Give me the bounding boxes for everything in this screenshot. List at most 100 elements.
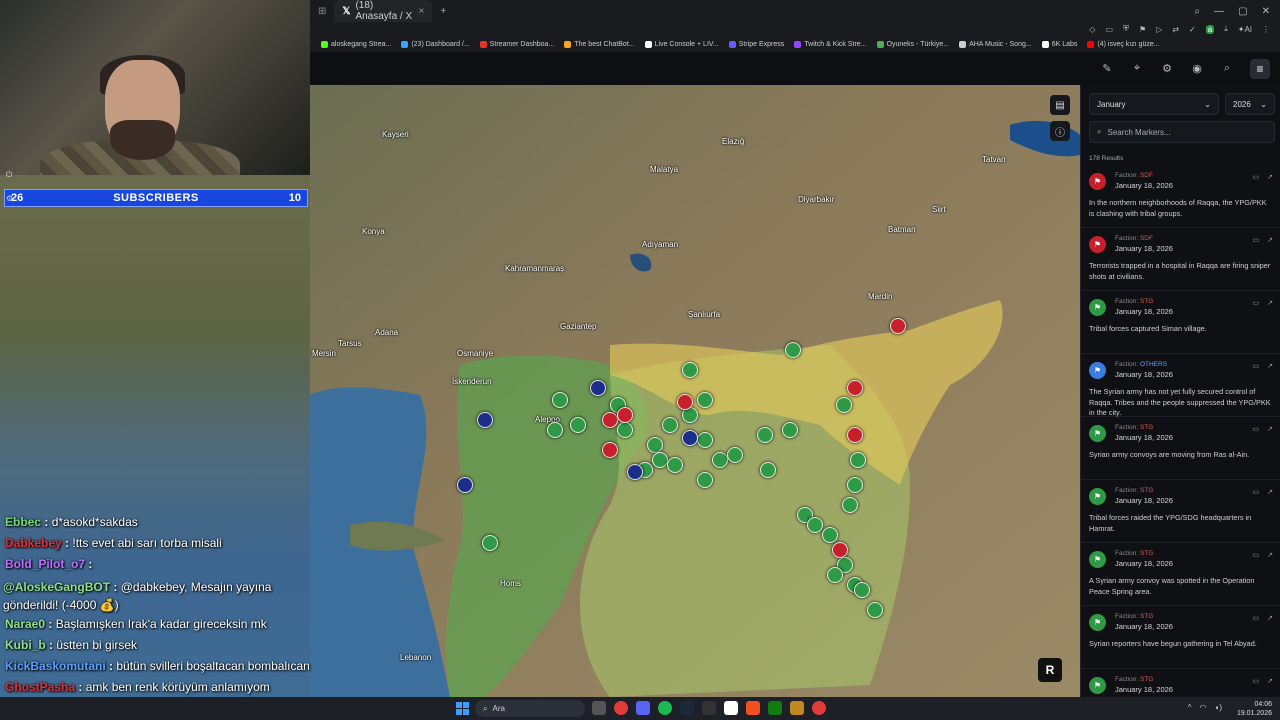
year-select[interactable]: 2026 ⌄ xyxy=(1225,93,1275,115)
map-event-marker[interactable] xyxy=(570,417,586,433)
open-link-icon[interactable]: ↗ xyxy=(1267,173,1273,181)
video-icon[interactable]: ▭ xyxy=(1253,236,1260,244)
map-view[interactable]: Kayseri Konya Adana Mersin Tarsus Osmaniye Gaz… xyxy=(310,85,1080,697)
video-icon[interactable]: ▭ xyxy=(1253,173,1260,181)
marker-card[interactable]: ⚑ Faction: STG January 18, 2026 ▭ ↗ Tribal fo… xyxy=(1081,480,1280,543)
map-event-marker[interactable] xyxy=(617,407,633,423)
taskbar-search[interactable]: ⌕ Ara xyxy=(475,700,585,717)
office-icon[interactable] xyxy=(746,701,760,715)
month-select[interactable]: January ⌄ xyxy=(1089,93,1219,115)
search-markers-input[interactable]: ⌕ Search Markers... xyxy=(1089,121,1275,143)
extension-icon[interactable]: ▭ xyxy=(1105,25,1113,34)
minimize-icon[interactable]: — xyxy=(1214,6,1224,17)
xbox-icon[interactable] xyxy=(768,701,782,715)
browser-icon[interactable] xyxy=(812,701,826,715)
folder-icon[interactable] xyxy=(790,701,804,715)
settings-icon[interactable]: ⚙ xyxy=(6,194,13,203)
extension-icon[interactable]: ◇ xyxy=(1089,25,1095,34)
bookmark-item[interactable]: AHA Music - Song... xyxy=(954,40,1037,48)
opera-icon[interactable] xyxy=(614,701,628,715)
bookmark-item[interactable]: The best ChatBot... xyxy=(559,40,639,48)
profile-icon[interactable]: a xyxy=(1205,24,1215,34)
map-event-marker[interactable] xyxy=(627,464,643,480)
settings-icon[interactable]: ⚙ xyxy=(1160,62,1174,76)
marker-card[interactable]: ⚑ Faction: SDF January 18, 2026 ▭ ↗ Terrorist… xyxy=(1081,228,1280,291)
map-event-marker[interactable] xyxy=(854,582,870,598)
map-event-marker[interactable] xyxy=(836,397,852,413)
map-event-marker[interactable] xyxy=(697,472,713,488)
discord-icon[interactable] xyxy=(636,701,650,715)
open-link-icon[interactable]: ↗ xyxy=(1267,677,1273,685)
shield-icon[interactable]: ⛨ xyxy=(1123,24,1129,34)
bookmark-item[interactable]: aloskegang Strea... xyxy=(316,40,396,48)
map-event-marker[interactable] xyxy=(457,477,473,493)
extension-icon[interactable]: ✓ xyxy=(1189,25,1196,34)
map-event-marker[interactable] xyxy=(847,380,863,396)
location-pin-icon[interactable]: ⌖ xyxy=(1130,62,1144,76)
search-tabs-icon[interactable]: ⌕ xyxy=(1195,6,1201,17)
marker-card[interactable]: ⚑ Faction: STG January 18, 2026 ▭ ↗ Syrian ar… xyxy=(1081,417,1280,480)
video-icon[interactable]: ▭ xyxy=(1253,425,1260,433)
video-icon[interactable]: ▭ xyxy=(1253,299,1260,307)
bookmark-item[interactable]: (23) Dashboard /... xyxy=(396,40,474,48)
more-icon[interactable]: ⋮ xyxy=(1262,25,1270,34)
open-link-icon[interactable]: ↗ xyxy=(1267,614,1273,622)
tab-x-home[interactable]: 𝕏 (18) Anasayfa / X × xyxy=(334,0,433,22)
map-event-marker[interactable] xyxy=(842,497,858,513)
extension-icon[interactable]: ⚑ xyxy=(1139,25,1146,34)
map-event-marker[interactable] xyxy=(697,432,713,448)
marker-card[interactable]: ⚑ Faction: STG January 18, 2026 ▭ ↗ Tribal fo… xyxy=(1081,291,1280,354)
chevron-up-icon[interactable]: ^ xyxy=(1188,703,1192,712)
map-event-marker[interactable] xyxy=(727,447,743,463)
map-event-marker[interactable] xyxy=(782,422,798,438)
map-event-marker[interactable] xyxy=(807,517,823,533)
map-event-marker[interactable] xyxy=(667,457,683,473)
open-link-icon[interactable]: ↗ xyxy=(1267,236,1273,244)
map-event-marker[interactable] xyxy=(617,422,633,438)
map-event-marker[interactable] xyxy=(847,477,863,493)
epic-icon[interactable] xyxy=(702,701,716,715)
map-event-marker[interactable] xyxy=(482,535,498,551)
bookmark-item[interactable]: Streamer Dashboa... xyxy=(475,40,560,48)
app-icon[interactable] xyxy=(724,701,738,715)
steam-icon[interactable] xyxy=(680,701,694,715)
bookmark-item[interactable]: Twitch & Kick Stre... xyxy=(789,40,871,48)
bookmark-item[interactable]: Live Console + LIV... xyxy=(640,40,724,48)
marker-card[interactable]: ⚑ Faction: SDF January 18, 2026 ▭ ↗ In the no… xyxy=(1081,165,1280,228)
map-event-marker[interactable] xyxy=(652,452,668,468)
new-tab-button[interactable]: + xyxy=(440,6,446,17)
map-event-marker[interactable] xyxy=(682,430,698,446)
video-icon[interactable]: ▭ xyxy=(1253,551,1260,559)
menu-icon[interactable]: ≡ xyxy=(1250,58,1270,79)
open-link-icon[interactable]: ↗ xyxy=(1267,488,1273,496)
marker-card[interactable]: ⚑ Faction: STG January 18, 2026 ▭ ↗ A Syrian … xyxy=(1081,543,1280,606)
open-link-icon[interactable]: ↗ xyxy=(1267,551,1273,559)
camera-icon[interactable]: ◉ xyxy=(1190,62,1204,76)
open-link-icon[interactable]: ↗ xyxy=(1267,362,1273,370)
map-event-marker[interactable] xyxy=(682,362,698,378)
map-event-marker[interactable] xyxy=(847,427,863,443)
bookmark-item[interactable]: Stripe Express xyxy=(724,40,790,48)
bookmark-item[interactable]: Oyuneks - Türkiye... xyxy=(872,40,955,48)
map-info-button[interactable]: ⓘ xyxy=(1050,121,1070,141)
wifi-icon[interactable]: ◠ xyxy=(1200,703,1207,712)
map-layers-button[interactable]: ▤ xyxy=(1050,95,1070,115)
windows-start-icon[interactable] xyxy=(456,702,469,715)
volume-icon[interactable]: ◖) xyxy=(1215,703,1223,712)
power-icon[interactable]: ⏻ xyxy=(6,170,13,180)
open-link-icon[interactable]: ↗ xyxy=(1267,425,1273,433)
map-event-marker[interactable] xyxy=(590,380,606,396)
draw-icon[interactable]: ✎ xyxy=(1100,62,1114,76)
search-icon[interactable]: ⌕ xyxy=(1220,62,1234,76)
map-event-marker[interactable] xyxy=(832,542,848,558)
map-event-marker[interactable] xyxy=(785,342,801,358)
maximize-icon[interactable]: ▢ xyxy=(1238,6,1247,17)
marker-card[interactable]: ⚑ Faction: STG January 18, 2026 ▭ ↗ Syrian re… xyxy=(1081,606,1280,669)
map-event-marker[interactable] xyxy=(547,422,563,438)
taskbar-clock[interactable]: 04:06 19.01.2026 xyxy=(1237,700,1272,718)
close-window-icon[interactable]: ✕ xyxy=(1262,6,1270,17)
map-event-marker[interactable] xyxy=(867,602,883,618)
extension-icon[interactable]: ⇄ xyxy=(1172,25,1179,34)
download-icon[interactable]: ⤓ xyxy=(1224,24,1228,34)
map-event-marker[interactable] xyxy=(757,427,773,443)
